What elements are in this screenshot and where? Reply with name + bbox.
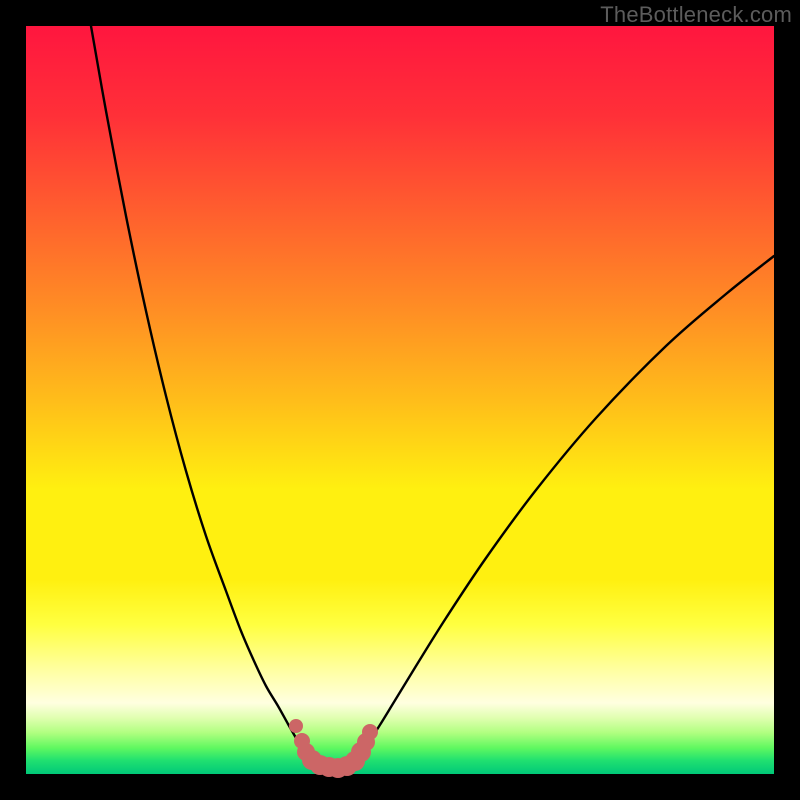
marker-dot [362, 724, 378, 740]
marker-dot [289, 719, 303, 733]
curve-left-branch [91, 26, 308, 756]
curve-right-branch [358, 256, 774, 756]
watermark-text: TheBottleneck.com [600, 2, 792, 28]
plot-frame [26, 26, 774, 774]
marker-cluster [289, 719, 378, 778]
curve-layer [26, 26, 774, 774]
